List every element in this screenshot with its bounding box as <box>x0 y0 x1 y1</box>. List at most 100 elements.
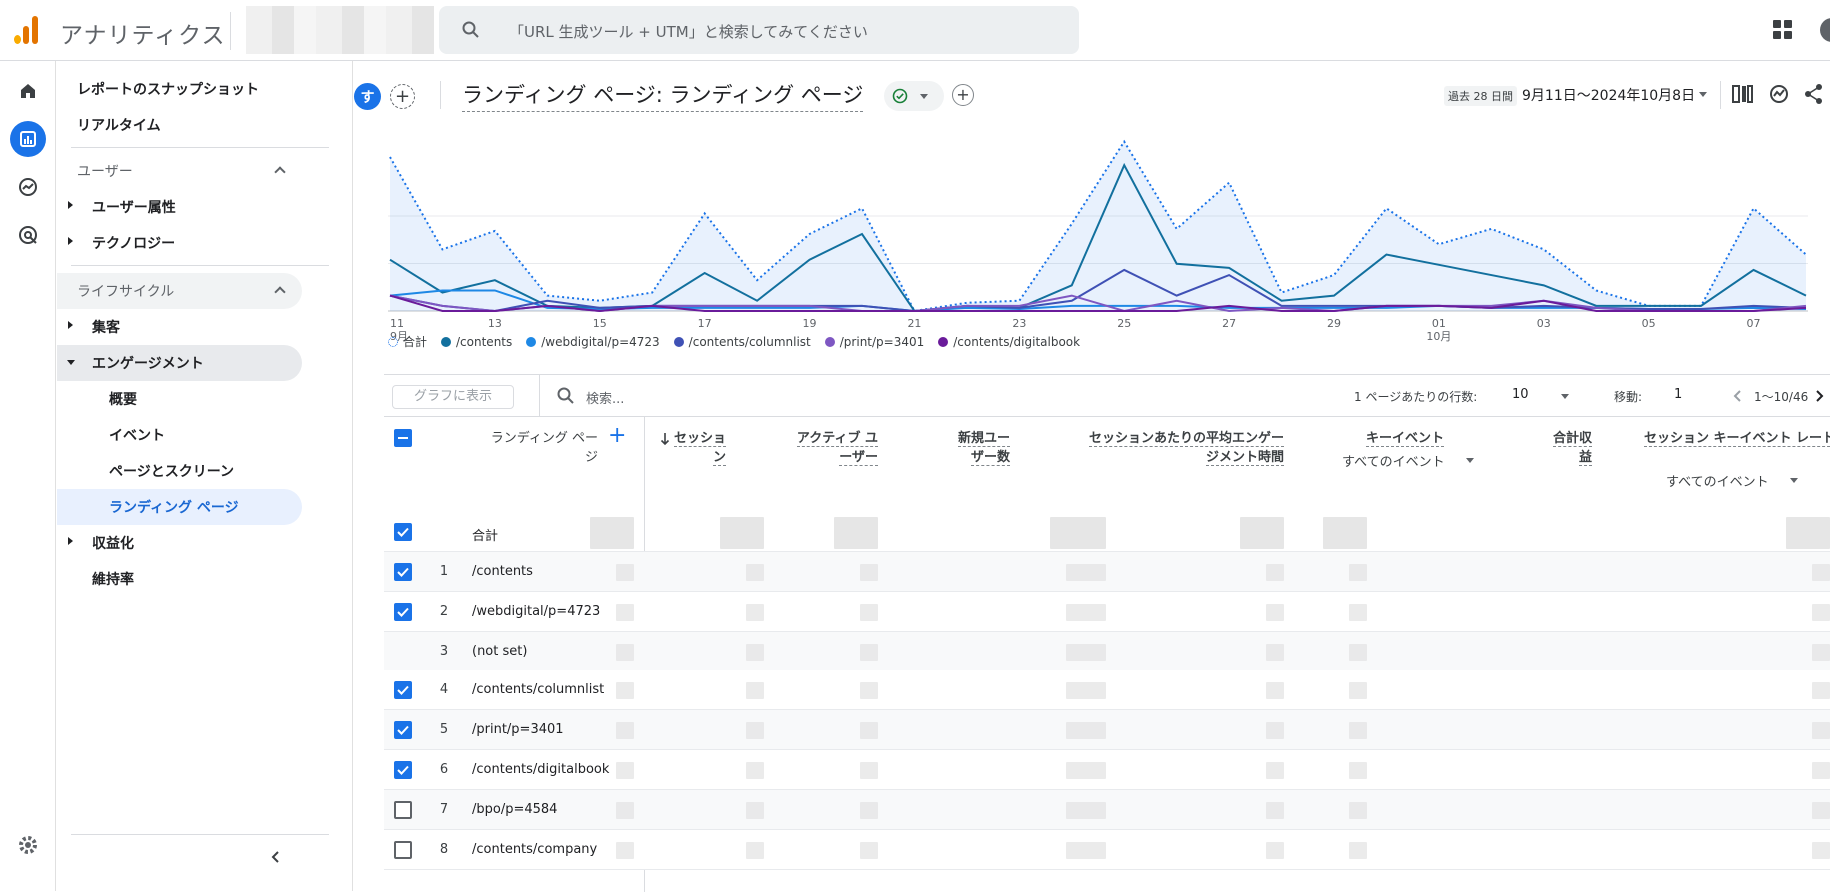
x-tick-label: 11 <box>390 317 404 330</box>
legend-item[interactable]: /contents/columnlist <box>673 333 811 350</box>
home-icon[interactable] <box>10 73 46 109</box>
table-row[interactable]: 4/contents/columnlist <box>384 670 1830 710</box>
nav-events[interactable]: イベント <box>109 425 165 445</box>
nav-section-lifecycle[interactable]: ライフサイクル <box>77 281 174 301</box>
legend-item[interactable]: /contents/digitalbook <box>938 333 1080 350</box>
col-new-users[interactable]: 新規ユーザー数 <box>946 429 1010 467</box>
date-dropdown-caret-icon[interactable] <box>1699 92 1707 97</box>
row-checkbox[interactable] <box>394 563 412 581</box>
goto-page-input[interactable]: 1 <box>1674 387 1682 402</box>
x-tick-label: 19 <box>803 317 817 330</box>
legend-item[interactable]: /webdigital/p=4723 <box>526 333 660 350</box>
nav-acquisition[interactable]: 集客 <box>92 317 120 337</box>
row-checkbox[interactable] <box>394 801 412 819</box>
prev-page-chevron-icon[interactable] <box>1732 389 1744 403</box>
dimension-header[interactable]: ランディング ページ <box>484 429 598 467</box>
collapse-nav-chevron-icon[interactable] <box>269 850 283 864</box>
advertising-icon[interactable] <box>10 217 46 253</box>
legend-item[interactable]: /contents <box>441 333 512 350</box>
nav-snapshot[interactable]: レポートのスナップショット <box>77 79 259 99</box>
search-bar[interactable]: 「URL 生成ツール + UTM」と検索してみてください <box>439 6 1079 54</box>
compare-columns-icon[interactable] <box>1732 85 1754 103</box>
x-tick-label: 05 <box>1642 317 1656 330</box>
col-session-key-event-rate[interactable]: セッション キーイベント レート <box>1644 429 1830 448</box>
select-all-checkbox[interactable] <box>394 429 412 447</box>
redacted-metric-value <box>1812 604 1830 621</box>
sort-descending-arrow-icon[interactable] <box>660 432 670 446</box>
redacted-metric-value <box>860 762 878 779</box>
redacted-metric-value <box>616 682 634 699</box>
redacted-metric-value <box>860 722 878 739</box>
redacted-metric-value <box>616 644 634 661</box>
date-preset-chip[interactable]: 過去 28 日間 <box>1444 86 1517 106</box>
apps-grid-icon[interactable] <box>1773 20 1793 40</box>
account-selector[interactable] <box>246 6 434 54</box>
date-range[interactable]: 9月11日～2024年10月8日 <box>1522 85 1695 105</box>
col-sessions[interactable]: セッション <box>672 429 726 467</box>
redacted-metric-value <box>1349 604 1367 621</box>
rate-events-filter-caret-icon[interactable] <box>1790 478 1798 483</box>
table-row[interactable]: 5/print/p=3401 <box>384 710 1830 750</box>
report-title[interactable]: ランディング ページ: ランディング ページ <box>462 79 864 112</box>
row-checkbox[interactable] <box>394 841 412 859</box>
insights-icon[interactable] <box>1768 83 1790 105</box>
status-dropdown[interactable] <box>884 81 944 111</box>
nav-landing-page[interactable]: ランディング ページ <box>109 497 239 517</box>
search-icon <box>462 21 479 38</box>
nav-technology[interactable]: テクノロジー <box>92 233 175 253</box>
analytics-logo-icon[interactable] <box>14 16 42 44</box>
x-month-label: 10月 <box>1426 330 1451 343</box>
row-checkbox[interactable] <box>394 603 412 621</box>
comparison-badge[interactable]: す <box>354 83 381 110</box>
rate-events-filter[interactable]: すべてのイベント <box>1666 471 1769 490</box>
nav-monetization[interactable]: 収益化 <box>92 533 134 553</box>
row-checkbox[interactable] <box>394 681 412 699</box>
settings-gear-icon[interactable] <box>10 827 46 863</box>
col-avg-engagement[interactable]: セッションあたりの平均エンゲージメント時間 <box>1084 429 1284 467</box>
row-checkbox[interactable] <box>394 761 412 779</box>
next-page-chevron-icon[interactable] <box>1814 389 1826 403</box>
nav-user-attributes[interactable]: ユーザー属性 <box>92 197 176 217</box>
table-row[interactable]: 8/contents/company <box>384 830 1830 870</box>
table-row[interactable]: 1/contents <box>384 552 1830 592</box>
nav-engagement[interactable]: エンゲージメント <box>92 353 204 373</box>
rows-dropdown-caret-icon[interactable] <box>1561 394 1569 399</box>
share-icon[interactable] <box>1804 83 1824 105</box>
explore-icon[interactable] <box>10 169 46 205</box>
data-table: グラフに表示 検索... 1 ページあたりの行数: 10 移動: 1 1〜10/… <box>384 374 1830 892</box>
redacted-metric-value <box>1266 802 1284 819</box>
nav-pages-screens[interactable]: ページとスクリーン <box>109 461 234 481</box>
rows-per-page-select[interactable]: 10 <box>1512 387 1529 402</box>
add-dimension-plus-icon[interactable]: + <box>608 425 626 447</box>
chart-legend: 合計/contents/webdigital/p=4723/contents/c… <box>388 333 1094 350</box>
add-filter-button[interactable]: + <box>952 84 974 106</box>
reports-icon[interactable] <box>10 121 46 157</box>
table-search-input[interactable]: 検索... <box>586 388 624 407</box>
nav-overview[interactable]: 概要 <box>109 389 137 409</box>
key-events-filter[interactable]: すべてのイベント <box>1342 451 1445 470</box>
collapse-chevron-icon[interactable] <box>274 166 286 178</box>
col-total-revenue[interactable]: 合計収益 <box>1552 429 1592 467</box>
legend-item[interactable]: /print/p=3401 <box>824 333 924 350</box>
table-row[interactable]: 3 (not set) <box>384 632 1830 672</box>
add-comparison-button[interactable]: + <box>390 84 415 109</box>
nav-section-user[interactable]: ユーザー <box>77 161 133 181</box>
account-avatar[interactable] <box>1820 18 1830 42</box>
col-active-users[interactable]: アクティブ ユーザー <box>784 429 878 467</box>
legend-label: /webdigital/p=4723 <box>541 334 660 349</box>
total-checkbox[interactable] <box>394 523 412 541</box>
nav-retention[interactable]: 維持率 <box>92 569 134 589</box>
redacted-metric-value <box>1066 802 1106 819</box>
key-events-filter-caret-icon[interactable] <box>1466 458 1474 463</box>
search-icon <box>557 387 574 404</box>
col-key-events[interactable]: キーイベント <box>1344 429 1444 448</box>
table-row[interactable]: 2/webdigital/p=4723 <box>384 592 1830 632</box>
row-checkbox[interactable] <box>394 721 412 739</box>
redacted-metric-value <box>1812 564 1830 581</box>
col-active-users-label: アクティブ ユーザー <box>796 431 878 466</box>
legend-item[interactable]: 合計 <box>388 333 427 350</box>
table-row[interactable]: 6/contents/digitalbook <box>384 750 1830 790</box>
nav-realtime[interactable]: リアルタイム <box>77 115 161 135</box>
table-row[interactable]: 7/bpo/p=4584 <box>384 790 1830 830</box>
plot-rows-button[interactable]: グラフに表示 <box>392 385 514 409</box>
